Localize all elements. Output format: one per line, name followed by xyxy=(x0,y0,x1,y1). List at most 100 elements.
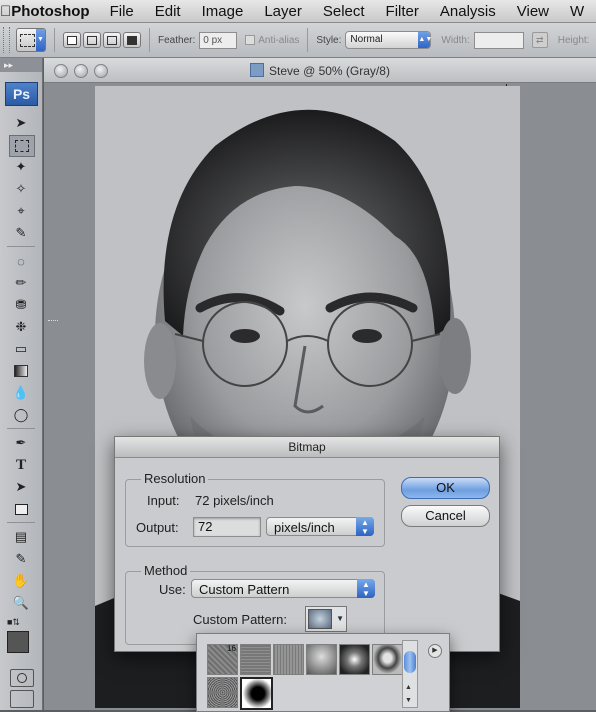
menu-select[interactable]: Select xyxy=(323,3,365,20)
menu-file[interactable]: File xyxy=(110,3,134,20)
menu-image[interactable]: Image xyxy=(202,3,244,20)
clone-stamp-tool-icon[interactable]: ⛃ xyxy=(9,295,33,315)
move-tool-icon[interactable]: ➤ xyxy=(9,113,33,133)
menu-window[interactable]: W xyxy=(570,3,584,20)
output-unit-value: pixels/inch xyxy=(274,520,335,535)
menu-view[interactable]: View xyxy=(517,3,549,20)
pattern-picker-panel: 16 ▲ ▼ xyxy=(196,633,450,712)
new-selection-button[interactable] xyxy=(63,32,81,48)
use-label: Use: xyxy=(159,582,186,597)
width-label: Width: xyxy=(441,34,470,46)
notes-tool-icon[interactable]: ▤ xyxy=(9,527,33,547)
divider xyxy=(54,28,55,52)
use-method-select[interactable]: Custom Pattern ▲ ▼ xyxy=(191,579,375,598)
document-title-bar[interactable]: Steve @ 50% (Gray/8) xyxy=(44,58,596,83)
menu-layer[interactable]: Layer xyxy=(264,3,302,20)
apple-icon[interactable]:  xyxy=(0,3,11,20)
chevron-updown-icon: ▲▼ xyxy=(356,517,374,536)
pen-tool-icon[interactable]: ✒ xyxy=(9,433,33,453)
input-label: Input: xyxy=(147,493,180,508)
eyedropper-sample-tool-icon[interactable]: ✎ xyxy=(9,549,33,569)
path-selection-tool-icon[interactable]: ➤ xyxy=(9,477,33,497)
chevron-down-icon: ▼ xyxy=(336,614,344,623)
pattern-swatch[interactable] xyxy=(240,644,271,675)
divider xyxy=(149,28,150,52)
input-value: 72 pixels/inch xyxy=(195,493,274,508)
anti-alias-checkbox[interactable] xyxy=(245,35,256,45)
rectangle-tool-icon[interactable] xyxy=(9,499,33,519)
photoshop-logo[interactable]: Ps xyxy=(5,82,38,106)
eyedropper-tool-icon[interactable]: ✎ xyxy=(9,223,33,243)
type-tool-icon[interactable]: T xyxy=(9,455,33,475)
anti-alias-label: Anti-alias xyxy=(258,34,300,46)
pattern-swatch-selected[interactable] xyxy=(240,677,273,710)
menu-analysis[interactable]: Analysis xyxy=(440,3,496,20)
quick-mask-icon[interactable] xyxy=(10,669,34,687)
scroll-up-icon[interactable]: ▲ xyxy=(405,684,412,691)
tool-preset-picker[interactable]: ▼ xyxy=(16,28,46,52)
pattern-swatch[interactable] xyxy=(372,644,403,675)
marquee-tool-icon[interactable] xyxy=(9,135,35,157)
output-unit-select[interactable]: pixels/inch ▲ ▼ xyxy=(266,517,374,536)
magic-wand-tool-icon[interactable]: ✧ xyxy=(9,179,33,199)
pattern-swatch[interactable] xyxy=(339,644,370,675)
menu-app-name[interactable]: Photoshop xyxy=(11,3,89,20)
pattern-swatch[interactable] xyxy=(273,644,304,675)
options-bar: ▼ Feather: 0 px Anti-alias Style: Normal… xyxy=(0,23,596,58)
toolbox-grip[interactable]: ▸▸ xyxy=(0,58,42,72)
pattern-swatch[interactable]: 16 xyxy=(207,644,238,675)
brush-tool-icon[interactable]: ✏ xyxy=(9,273,33,293)
gradient-tool-icon[interactable] xyxy=(9,361,33,381)
resolution-label: Resolution xyxy=(141,471,209,486)
healing-brush-tool-icon[interactable]: ◌ xyxy=(9,251,33,271)
menu-filter[interactable]: Filter xyxy=(386,3,419,20)
pattern-scrollbar[interactable]: ▲ ▼ xyxy=(402,640,418,708)
screen-mode-icon[interactable] xyxy=(10,690,34,708)
custom-pattern-picker-button[interactable]: ▼ xyxy=(305,606,347,632)
style-select-value: Normal xyxy=(350,34,383,45)
document-icon xyxy=(250,63,265,77)
scroll-down-icon[interactable]: ▼ xyxy=(405,697,412,704)
ruler-guide xyxy=(48,320,58,321)
divider xyxy=(7,246,35,247)
method-label: Method xyxy=(141,563,191,578)
history-brush-tool-icon[interactable]: ❉ xyxy=(9,317,33,337)
pattern-swatch[interactable] xyxy=(207,677,238,708)
intersect-selection-button[interactable] xyxy=(123,32,141,48)
pattern-swatch[interactable] xyxy=(306,644,337,675)
subtract-from-selection-button[interactable] xyxy=(103,32,121,48)
pattern-size-badge: 16 xyxy=(227,644,236,653)
output-label: Output: xyxy=(136,520,179,535)
hand-tool-icon[interactable]: ✋ xyxy=(9,571,33,591)
eraser-tool-icon[interactable]: ▭ xyxy=(9,339,33,359)
zoom-tool-icon[interactable]: 🔍 xyxy=(9,593,33,613)
feather-field[interactable]: 0 px xyxy=(199,31,238,49)
selection-mode-group xyxy=(63,32,141,48)
divider xyxy=(7,428,35,429)
scrollbar-thumb[interactable] xyxy=(404,651,416,673)
picker-menu-icon[interactable]: ▶ xyxy=(428,644,442,658)
output-resolution-field[interactable]: 72 xyxy=(193,517,261,537)
custom-pattern-label: Custom Pattern: xyxy=(193,612,287,627)
dialog-title[interactable]: Bitmap xyxy=(115,437,499,458)
lasso-tool-icon[interactable]: ✦ xyxy=(9,157,33,177)
blur-tool-icon[interactable]: 💧 xyxy=(9,383,33,403)
divider xyxy=(307,28,309,52)
dodge-tool-icon[interactable]: ◯ xyxy=(9,405,33,425)
style-select[interactable]: Normal ▲▼ xyxy=(345,31,432,49)
cancel-button[interactable]: Cancel xyxy=(401,505,490,527)
add-to-selection-button[interactable] xyxy=(83,32,101,48)
menu-edit[interactable]: Edit xyxy=(155,3,181,20)
menu-bar:  Photoshop File Edit Image Layer Select… xyxy=(0,0,596,23)
feather-label: Feather: xyxy=(158,34,196,46)
document-title-text: Steve @ 50% (Gray/8) xyxy=(269,64,390,78)
swap-arrows-icon[interactable]: ⇄ xyxy=(531,32,548,48)
default-colors-icon[interactable]: ■⇅ xyxy=(7,617,20,628)
width-field[interactable] xyxy=(473,31,524,49)
pattern-thumbnail xyxy=(308,609,332,629)
crop-tool-icon[interactable]: ⌖ xyxy=(9,201,33,221)
options-bar-grip[interactable] xyxy=(3,27,10,53)
ok-button[interactable]: OK xyxy=(401,477,490,499)
chevron-down-icon: ▼ xyxy=(36,29,45,51)
foreground-color-swatch[interactable] xyxy=(7,631,29,653)
